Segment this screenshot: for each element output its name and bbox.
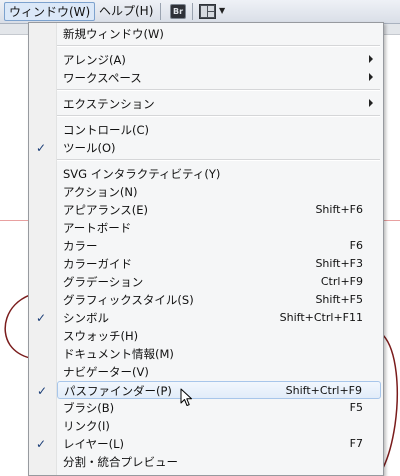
menu-item[interactable]: 分割・統合プレビュー (57, 453, 381, 471)
menu-item[interactable]: ✓ シンボル Shift+Ctrl+F11 (36, 309, 381, 327)
menu-item[interactable]: グラフィックスタイル(S) Shift+F5 (57, 291, 381, 309)
dropdown-triangle-icon[interactable]: ▼ (219, 4, 229, 18)
menu-item-label: アレンジ(A) (63, 53, 126, 67)
background-artwork-left (4, 294, 30, 359)
menu-separator (57, 89, 380, 91)
menu-item[interactable]: アートボード (57, 219, 381, 237)
menu-item[interactable]: ドキュメント情報(M) (57, 345, 381, 363)
checkmark-icon: ✓ (35, 437, 47, 451)
checkmark-icon: ✓ (36, 384, 48, 398)
menu-item-shortcut: Ctrl+F9 (320, 275, 363, 288)
menu-item-label: SVG インタラクティビティ(Y) (63, 167, 221, 181)
menu-separator (57, 115, 380, 117)
menu-item-label: エクステンション (63, 97, 155, 111)
menu-icon-gutter (29, 23, 57, 475)
menu-item-shortcut: F6 (349, 239, 363, 252)
menu-item-label: ワークスペース (63, 71, 142, 85)
checkmark-icon: ✓ (35, 311, 47, 325)
menu-item-label: ドキュメント情報(M) (63, 347, 174, 361)
submenu-arrow-icon (369, 73, 373, 81)
menu-item-label: シンボル (63, 311, 109, 325)
menu-window[interactable]: ウィンドウ(W) (4, 2, 96, 21)
menu-item[interactable]: SVG インタラクティビティ(Y) (57, 165, 381, 183)
menu-item-label: ナビゲーター(V) (63, 365, 149, 379)
background-artwork-right (383, 334, 399, 469)
menubar-separator (160, 3, 161, 20)
menu-item[interactable]: コントロール(C) (57, 121, 381, 139)
menu-item-shortcut: Shift+Ctrl+F11 (279, 311, 363, 324)
menu-item[interactable]: リンク(I) (57, 417, 381, 435)
menu-item-label: アクション(N) (63, 185, 138, 199)
menu-item[interactable]: ✓ ツール(O) (36, 139, 381, 157)
menu-separator (57, 45, 380, 47)
menu-item-label: レイヤー(L) (63, 437, 125, 451)
workspace-layout-icon[interactable] (199, 4, 216, 19)
menu-item[interactable]: カラーガイド Shift+F3 (57, 255, 381, 273)
menu-item[interactable]: ✓ レイヤー(L) F7 (36, 435, 381, 453)
menu-item-label: ブラシ(B) (63, 401, 115, 415)
menu-help[interactable]: ヘルプ(H) (95, 2, 157, 21)
menu-item[interactable]: アレンジ(A) (57, 51, 381, 69)
menu-item[interactable]: エクステンション (57, 95, 381, 113)
window-menu-dropdown: 新規ウィンドウ(W) アレンジ(A) ワークスペース エクステンション コントロール(C… (28, 22, 384, 476)
menu-item[interactable]: グラデーション Ctrl+F9 (57, 273, 381, 291)
menu-item-label: グラフィックスタイル(S) (63, 293, 194, 307)
submenu-arrow-icon (369, 55, 373, 63)
menu-item[interactable]: 新規ウィンドウ(W) (57, 25, 381, 43)
menu-item-label: 新規ウィンドウ(W) (63, 27, 164, 41)
menu-item-shortcut: Shift+F3 (315, 257, 363, 270)
menu-item[interactable]: アピアランス(E) Shift+F6 (57, 201, 381, 219)
menu-separator (57, 159, 380, 161)
menu-item-shortcut: F5 (349, 401, 363, 414)
menu-item[interactable]: ✓ パスファインダー(P) Shift+Ctrl+F9 (37, 381, 381, 399)
menu-item-label: アートボード (63, 221, 132, 235)
checkmark-icon: ✓ (35, 141, 47, 155)
menubar: ウィンドウ(W) ヘルプ(H) Br ▼ (0, 0, 400, 24)
menu-item-shortcut: Shift+Ctrl+F9 (285, 384, 362, 397)
menu-item-label: パスファインダー(P) (64, 384, 172, 398)
bridge-icon[interactable]: Br (170, 4, 186, 19)
menu-item-label: リンク(I) (63, 419, 110, 433)
menu-item-label: スウォッチ(H) (63, 329, 139, 343)
menu-item[interactable]: ナビゲーター(V) (57, 363, 381, 381)
menu-item-shortcut: Shift+F6 (315, 203, 363, 216)
menu-item[interactable]: アクション(N) (57, 183, 381, 201)
menu-item[interactable]: ワークスペース (57, 69, 381, 87)
menu-item-shortcut: F7 (349, 437, 363, 450)
menu-item[interactable]: カラー F6 (57, 237, 381, 255)
mouse-cursor-icon (180, 388, 192, 406)
menu-item-label: グラデーション (63, 275, 144, 289)
menubar-separator (192, 3, 193, 20)
menu-item-label: アピアランス(E) (63, 203, 149, 217)
menu-item[interactable]: ブラシ(B) F5 (57, 399, 381, 417)
menu-item-label: ツール(O) (63, 141, 116, 155)
menu-item-label: 分割・統合プレビュー (63, 455, 178, 469)
menu-item-label: コントロール(C) (63, 123, 150, 137)
submenu-arrow-icon (369, 99, 373, 107)
menu-item[interactable]: スウォッチ(H) (57, 327, 381, 345)
menu-item-shortcut: Shift+F5 (315, 293, 363, 306)
menu-item-label: カラーガイド (63, 257, 132, 271)
menu-item-label: カラー (63, 239, 98, 253)
